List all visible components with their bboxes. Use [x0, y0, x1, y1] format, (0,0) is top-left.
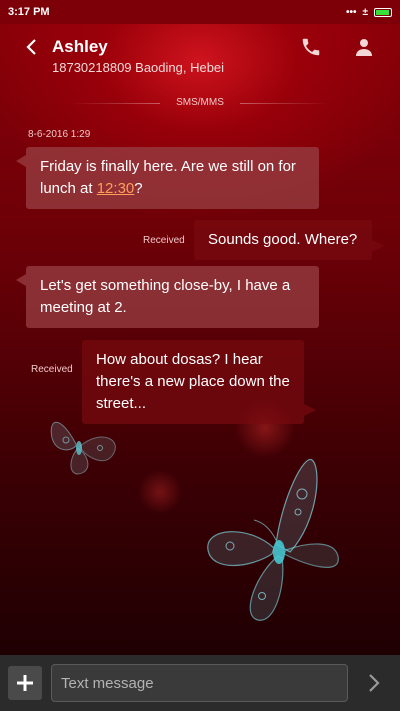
received-status: Received	[143, 235, 185, 246]
composer-bar	[0, 655, 400, 711]
message-text: ?	[134, 180, 143, 197]
message-bubble[interactable]: Sounds good. Where?	[194, 220, 384, 260]
channel-divider: SMS/MMS	[70, 93, 330, 113]
send-chevron-icon[interactable]	[364, 671, 384, 695]
status-bar: 3:17 PM ••• ±	[0, 0, 400, 24]
message-timestamp: 8-6-2016 1:29	[28, 129, 91, 140]
add-attachment-button[interactable]	[8, 666, 42, 700]
message-bubble[interactable]: Friday is finally here. Are we still on …	[16, 147, 319, 209]
status-time: 3:17 PM	[8, 6, 50, 18]
dots-icon: •••	[345, 6, 357, 18]
battery-icon	[374, 7, 392, 17]
message-bubble[interactable]: Let's get something close-by, I have a m…	[16, 266, 319, 328]
message-text: Sounds good. Where?	[208, 231, 358, 248]
plus-icon	[17, 675, 33, 691]
message-text: Let's get something close-by, I have a m…	[40, 277, 291, 316]
message-text: How about dosas? I hear there's a new pl…	[96, 351, 290, 412]
phone-icon[interactable]	[300, 36, 322, 58]
butterfly-decoration-icon	[50, 421, 116, 475]
usb-debug-icon: ±	[362, 6, 369, 18]
time-link[interactable]: 12:30	[97, 180, 135, 197]
received-status: Received	[31, 364, 73, 375]
butterfly-decoration-icon	[207, 458, 339, 621]
message-text: Friday is finally here. Are we still on …	[40, 158, 296, 197]
contact-detail: 18730218809 Baoding, Hebei	[52, 60, 225, 75]
message-input[interactable]	[51, 664, 348, 702]
back-arrow-icon[interactable]	[22, 36, 42, 58]
status-icons: ••• ±	[346, 7, 392, 18]
person-icon[interactable]	[354, 37, 374, 57]
contact-name: Ashley	[52, 37, 108, 56]
conversation-header: Ashley 18730218809 Baoding, Hebei	[0, 24, 400, 86]
